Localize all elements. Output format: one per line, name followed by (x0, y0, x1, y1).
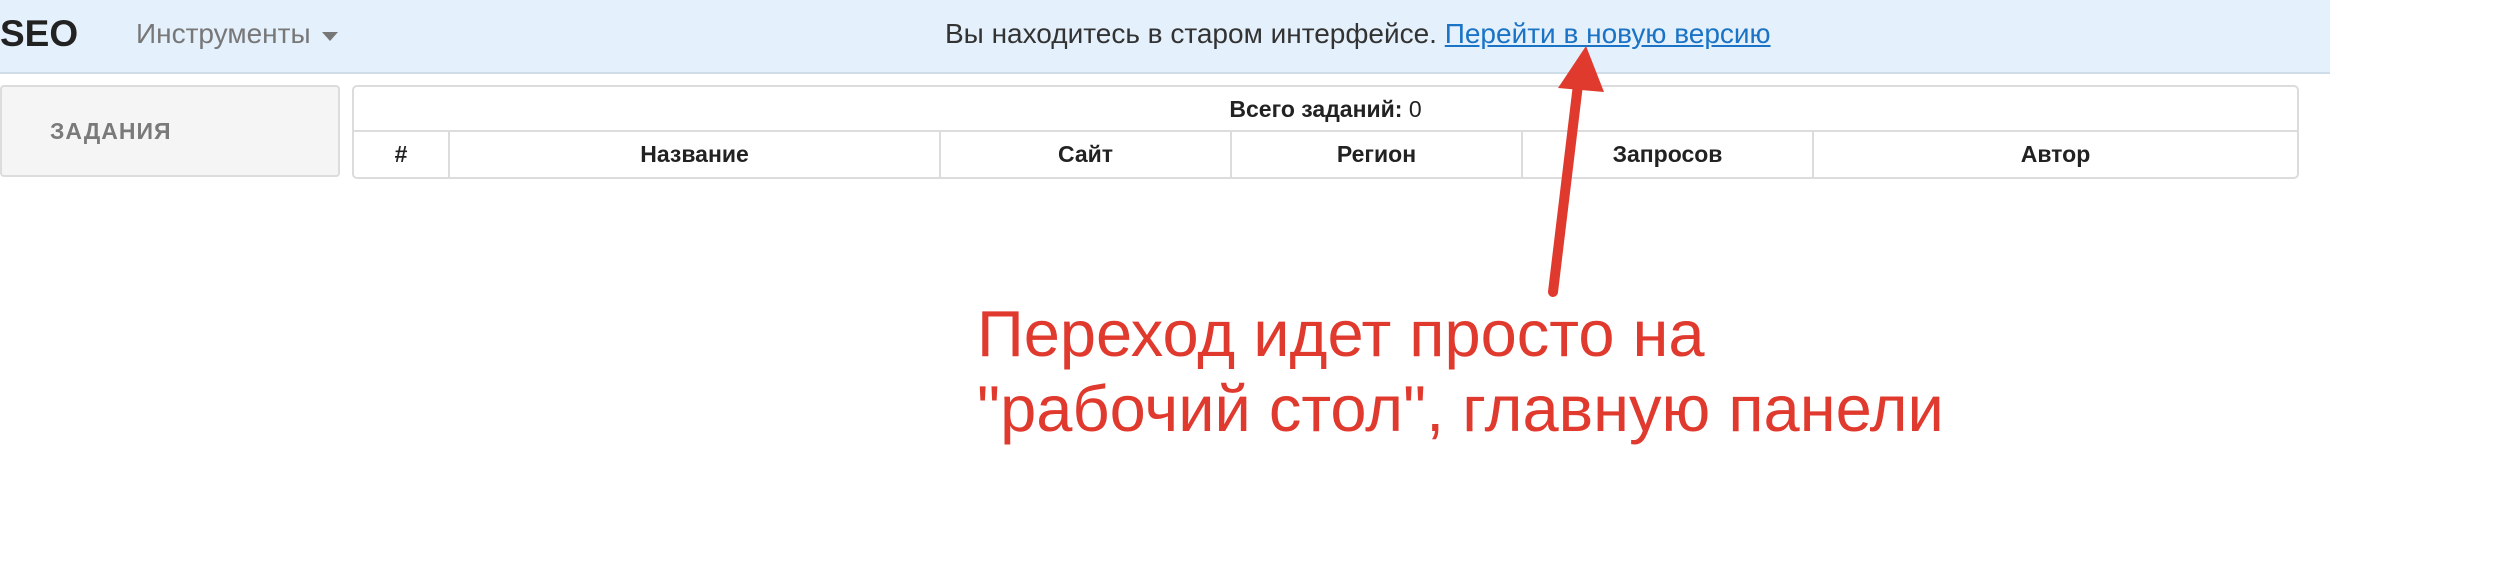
annotation-line-1: Переход идет просто на (977, 297, 1705, 370)
annotation-arrow-icon (1548, 46, 1604, 297)
annotation-text: Переход идет просто на "рабочий стол", г… (977, 296, 1944, 446)
annotation-line-2: "рабочий стол", главную панели (977, 372, 1944, 445)
